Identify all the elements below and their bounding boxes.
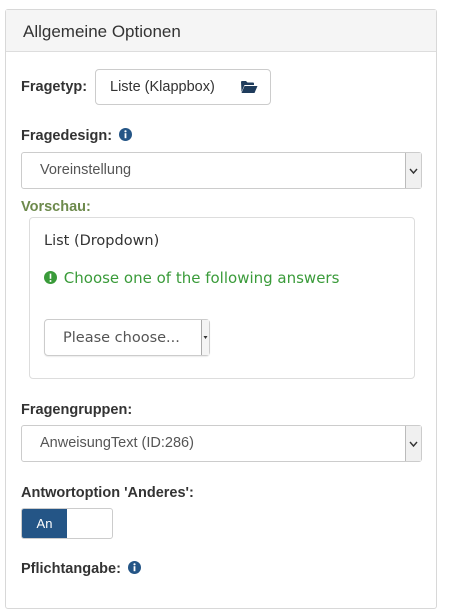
preview-question-title: List (Dropdown) bbox=[44, 233, 160, 249]
other-option-toggle[interactable]: An bbox=[21, 508, 113, 539]
preview-dropdown[interactable]: Please choose... bbox=[44, 319, 210, 356]
question-groups-label: Fragengruppen: bbox=[21, 402, 133, 418]
question-groups-select[interactable]: AnweisungText (ID:286) bbox=[21, 425, 422, 462]
info-circle-icon[interactable] bbox=[127, 561, 141, 578]
preview-box: List (Dropdown) Choose one of the follow… bbox=[29, 217, 415, 379]
chevron-down-icon bbox=[405, 153, 421, 188]
caret-down-icon bbox=[201, 320, 209, 355]
question-groups-selected: AnweisungText (ID:286) bbox=[40, 435, 194, 451]
question-design-label-row: Fragedesign: bbox=[21, 128, 133, 145]
chevron-down-icon bbox=[405, 426, 421, 461]
question-type-label: Fragetyp: bbox=[21, 79, 88, 95]
info-circle-icon[interactable] bbox=[119, 128, 133, 145]
mandatory-label: Pflichtangabe: bbox=[21, 561, 121, 577]
question-type-button-label: Liste (Klappbox) bbox=[110, 79, 215, 95]
exclamation-circle-icon bbox=[44, 270, 57, 288]
question-design-label: Fragedesign: bbox=[21, 128, 113, 144]
preview-dropdown-placeholder: Please choose... bbox=[63, 330, 180, 346]
question-design-selected: Voreinstellung bbox=[40, 162, 132, 178]
preview-hint: Choose one of the following answers bbox=[44, 269, 339, 288]
toggle-on-label: An bbox=[22, 509, 67, 538]
question-design-select[interactable]: Voreinstellung bbox=[21, 152, 422, 189]
mandatory-label-row: Pflichtangabe: bbox=[21, 561, 141, 578]
panel-heading: Allgemeine Optionen bbox=[6, 10, 436, 52]
preview-label: Vorschau: bbox=[21, 199, 91, 215]
question-type-button[interactable]: Liste (Klappbox) bbox=[95, 69, 271, 105]
other-option-label: Antwortoption 'Anderes': bbox=[21, 485, 194, 501]
folder-open-icon bbox=[240, 80, 258, 98]
preview-hint-text: Choose one of the following answers bbox=[63, 269, 340, 287]
